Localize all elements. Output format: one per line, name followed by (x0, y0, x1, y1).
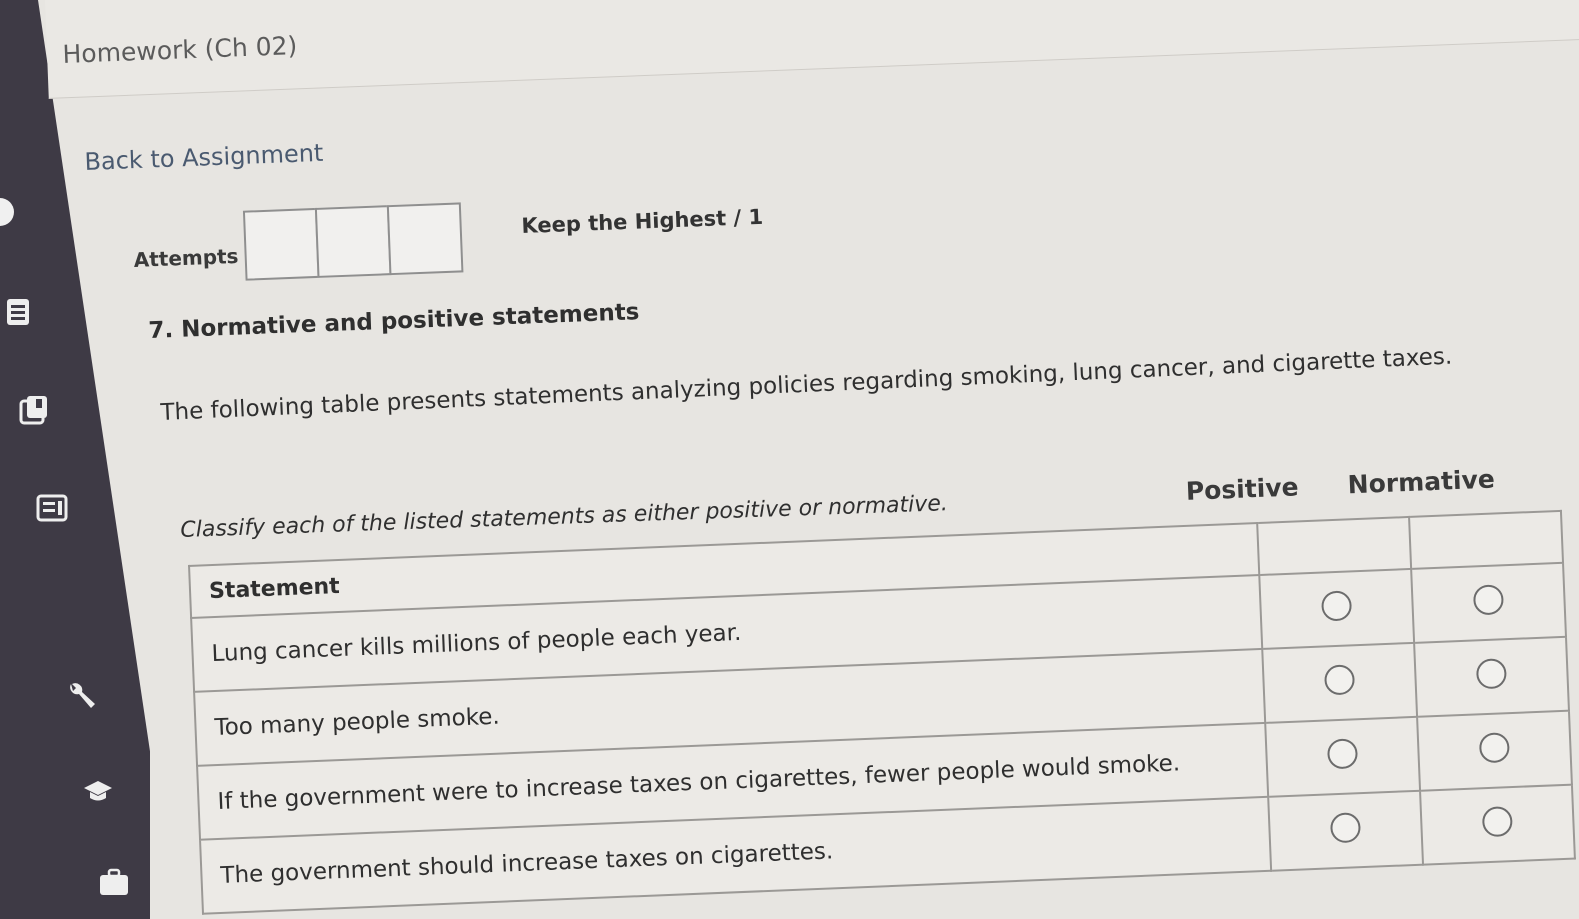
main-content: Homework (Ch 02) Back to Assignment Atte… (0, 0, 1579, 919)
attempt-box (386, 202, 464, 276)
normative-radio[interactable] (1481, 806, 1513, 838)
question-title: 7. Normative and positive statements (148, 299, 640, 344)
normative-radio[interactable] (1478, 732, 1510, 764)
positive-radio[interactable] (1329, 812, 1362, 844)
attempts-label: Attempts (133, 243, 239, 272)
back-to-assignment-link[interactable]: Back to Assignment (84, 139, 324, 176)
grading-label: Keep the Highest / 1 (521, 204, 764, 239)
attempt-box (314, 205, 392, 278)
normative-radio[interactable] (1475, 658, 1508, 690)
positive-radio[interactable] (1326, 738, 1359, 770)
positive-column-cell (1257, 516, 1412, 576)
normative-column-cell (1409, 510, 1564, 569)
normative-radio[interactable] (1472, 584, 1505, 616)
attempt-box (242, 207, 320, 281)
question-intro: The following table presents statements … (160, 343, 1453, 426)
normative-header: Normative (1347, 464, 1496, 500)
positive-header: Positive (1185, 472, 1300, 506)
attempts-row: Attempts Keep the Highest / 1 (132, 191, 765, 285)
positive-radio[interactable] (1323, 664, 1356, 696)
positive-radio[interactable] (1320, 590, 1353, 622)
classification-table: Positive Normative Statement Lung cancer… (188, 465, 1576, 915)
